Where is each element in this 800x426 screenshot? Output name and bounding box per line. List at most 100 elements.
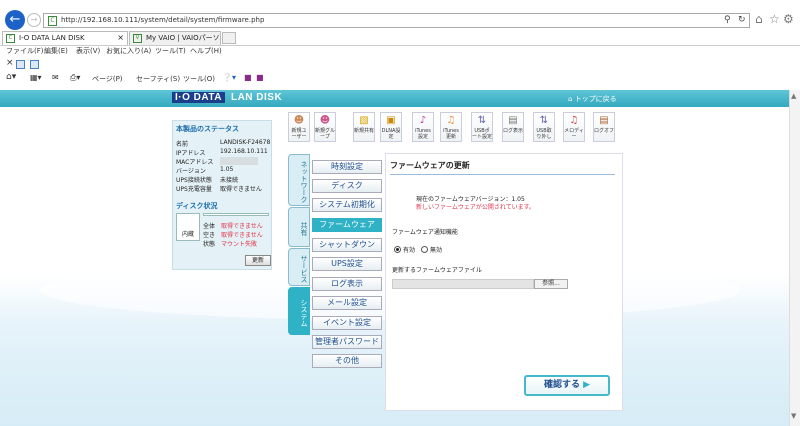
- menu-bar: ファイル(F) 編集(E) 表示(V) お気に入り(A) ツール(T) ヘルプ(…: [0, 46, 800, 58]
- forward-button[interactable]: →: [27, 13, 41, 27]
- nav-firmware[interactable]: ファームウェア: [312, 218, 382, 232]
- logo: I·O DATA LAN DISK: [172, 92, 282, 103]
- usb-icon: ⇅: [477, 115, 487, 126]
- nav-log-view[interactable]: ログ表示: [312, 277, 382, 291]
- research-icon[interactable]: ■: [244, 73, 252, 82]
- notify-radio-group: 有効 無効: [394, 245, 442, 254]
- nav-disk[interactable]: ディスク: [312, 179, 382, 193]
- tab-network[interactable]: ネットワーク: [288, 154, 310, 206]
- firmware-panel: ファームウェアの更新 現在のファームウェアバージョン：1.05 新しいファームウ…: [385, 153, 623, 411]
- browse-button[interactable]: 参照...: [534, 279, 568, 289]
- nav-other[interactable]: その他: [312, 354, 382, 368]
- disk-row: 全体 取得できません: [203, 223, 263, 230]
- music-update-icon: ♫: [446, 115, 456, 126]
- tab-landisk[interactable]: C I-O DATA LAN DISK ×: [2, 31, 128, 45]
- new-tab-button[interactable]: [222, 32, 236, 44]
- favorites-bar: ×: [0, 58, 800, 72]
- refresh-button[interactable]: 更新: [245, 255, 271, 266]
- refresh-icon[interactable]: ↻: [738, 15, 746, 25]
- favorites-star-icon[interactable]: ☆: [769, 12, 780, 26]
- disk-row: 状態 マウント失敗: [203, 241, 257, 248]
- nav-system-init[interactable]: システム初期化: [312, 198, 382, 212]
- logoff-icon: ▤: [599, 115, 609, 126]
- usb-remove-button[interactable]: ⇅ USB取り外し: [533, 112, 555, 142]
- new-group-button[interactable]: ☻ 新規グループ: [314, 112, 336, 142]
- settings-gear-icon[interactable]: ⚙: [783, 12, 794, 26]
- melody-button[interactable]: ♫ メロディー: [563, 112, 585, 142]
- status-row: UPS接続状態 未接続: [176, 177, 239, 184]
- file-label: 更新するファームウェアファイル: [392, 267, 482, 274]
- home-icon[interactable]: ⌂▾: [6, 72, 16, 82]
- menu-help[interactable]: ヘルプ(H): [190, 46, 222, 56]
- feeds-icon[interactable]: ▦▾: [30, 73, 42, 82]
- arrow-right-icon: ▶: [579, 380, 591, 390]
- disk-icon: 内蔵: [176, 213, 200, 241]
- itunes-settings-button[interactable]: ♪ iTunes設定: [412, 112, 434, 142]
- home-icon[interactable]: ⌂: [755, 12, 763, 26]
- log-view-button[interactable]: ▤ ログ表示: [502, 112, 524, 142]
- logoff-button[interactable]: ▤ ログオフ: [593, 112, 615, 142]
- page-title: ファームウェアの更新: [390, 161, 470, 170]
- tab-label: I-O DATA LAN DISK: [19, 34, 85, 42]
- mail-icon[interactable]: ✉: [52, 73, 59, 82]
- nav-admin-password[interactable]: 管理者パスワード: [312, 335, 382, 349]
- usb-port-button[interactable]: ⇅ USBポート設定: [471, 112, 493, 142]
- status-panel: 本製品のステータス 名前 LANDISK-F24678 IPアドレス 192.168…: [172, 120, 272, 270]
- firmware-file-input[interactable]: [392, 279, 534, 289]
- menu-page[interactable]: ページ(P): [92, 74, 123, 84]
- new-user-button[interactable]: ☻ 新規ユーザー: [288, 112, 310, 142]
- confirm-button[interactable]: 確認する ▶: [524, 375, 610, 396]
- usb-remove-icon: ⇅: [539, 115, 549, 126]
- page-header: I·O DATA LAN DISK ⌂ トップに戻る: [0, 90, 789, 107]
- new-share-button[interactable]: ▧ 新規共有: [353, 112, 375, 142]
- users-icon: ☻: [293, 115, 305, 126]
- site-icon: C: [48, 16, 57, 26]
- menu-favorites[interactable]: お気に入り(A): [106, 46, 151, 56]
- scrollbar[interactable]: ▲ ▼: [789, 90, 800, 426]
- favorite-icon[interactable]: [16, 60, 25, 69]
- music-icon: ♪: [419, 115, 427, 126]
- nav-time-settings[interactable]: 時刻設定: [312, 160, 382, 174]
- web-page: I·O DATA LAN DISK ⌂ トップに戻る ▲ ▼ 本製品のステータス …: [0, 90, 800, 426]
- status-row: 名前 LANDISK-F24678: [176, 139, 271, 148]
- nav-ups[interactable]: UPS設定: [312, 257, 382, 271]
- scroll-down-icon[interactable]: ▼: [791, 412, 796, 420]
- tab-system[interactable]: システム: [288, 287, 310, 335]
- disk-status-title: ディスク状況: [176, 202, 218, 210]
- menu-tools-cmd[interactable]: ツール(O): [183, 74, 215, 84]
- search-icon[interactable]: ⚲: [724, 15, 731, 25]
- nav-shutdown[interactable]: シャットダウン: [312, 238, 382, 252]
- menu-view[interactable]: 表示(V): [76, 46, 100, 56]
- close-tab-icon[interactable]: ×: [117, 32, 124, 44]
- tab-service[interactable]: サービス: [288, 248, 310, 286]
- group-icon: ☻: [319, 115, 331, 126]
- status-row: MACアドレス: [176, 157, 258, 166]
- url-field[interactable]: C http://192.168.10.111/system/detail/sy…: [43, 13, 750, 28]
- menu-file[interactable]: ファイル(F): [6, 46, 44, 56]
- favorite-icon[interactable]: [30, 60, 39, 69]
- tab-share[interactable]: 共有: [288, 207, 310, 247]
- disk-row: 空き 取得できません: [203, 232, 263, 239]
- dlna-button[interactable]: ▣ DLNA設定: [380, 112, 402, 142]
- menu-edit[interactable]: 編集(E): [44, 46, 68, 56]
- menu-safety[interactable]: セーフティ(S): [136, 74, 180, 84]
- nav-mail[interactable]: メール設定: [312, 296, 382, 310]
- back-button[interactable]: ←: [5, 10, 25, 30]
- blog-icon[interactable]: ■: [256, 73, 264, 82]
- radio-enable[interactable]: 有効: [394, 246, 415, 254]
- status-row: IPアドレス 192.168.10.111: [176, 148, 268, 157]
- new-firmware-notice: 新しいファームウェアが公開されています。: [416, 204, 536, 211]
- disk-usage-bar: [203, 213, 269, 216]
- tab-vaio[interactable]: V My VAIO | VAIOパーソナルコンピュ...: [129, 31, 221, 45]
- print-icon[interactable]: ⎙▾: [70, 73, 80, 83]
- close-favbar-icon[interactable]: ×: [6, 58, 14, 68]
- status-row: バージョン 1.05: [176, 166, 234, 175]
- scroll-up-icon[interactable]: ▲: [791, 92, 796, 100]
- nav-event[interactable]: イベント設定: [312, 316, 382, 330]
- help-icon[interactable]: ❔▾: [222, 73, 236, 82]
- radio-disable[interactable]: 無効: [420, 246, 442, 254]
- itunes-update-button[interactable]: ♫ iTunes更新: [440, 112, 462, 142]
- menu-tools[interactable]: ツール(T): [155, 46, 186, 56]
- status-title: 本製品のステータス: [176, 125, 239, 133]
- back-to-top-link[interactable]: ⌂ トップに戻る: [568, 94, 617, 104]
